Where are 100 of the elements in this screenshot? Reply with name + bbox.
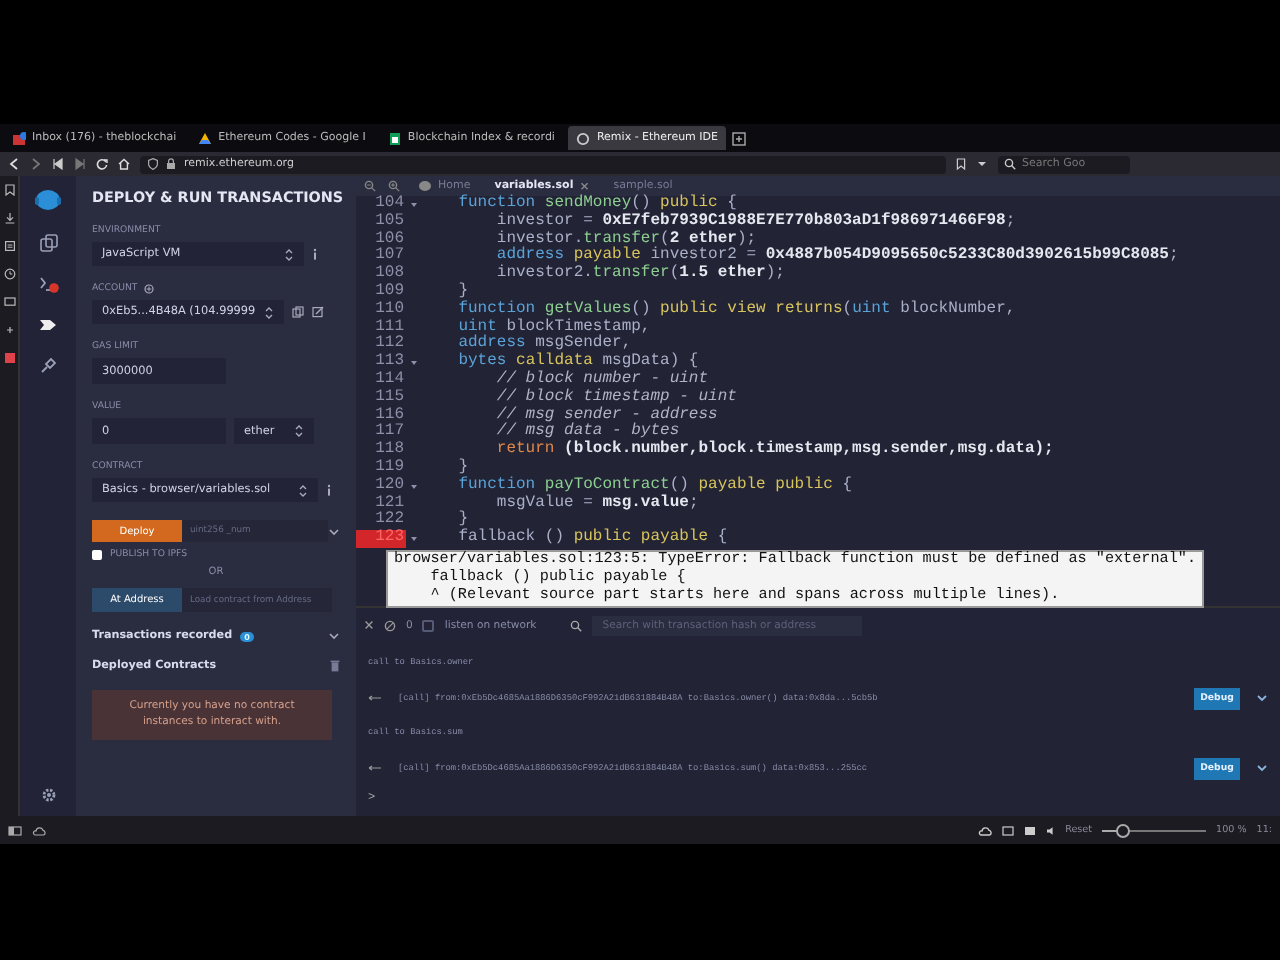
checkbox[interactable] (92, 550, 102, 560)
slider-thumb[interactable] (1116, 823, 1131, 837)
arrow-icon (368, 694, 382, 702)
fold-icon[interactable] (409, 483, 417, 490)
caret-icon[interactable] (976, 160, 988, 168)
code-line: return (block.number,block.timestamp,msg.sender,msg.data); (494, 442, 1054, 460)
line-number: 104 (373, 196, 406, 213)
code-line: } (456, 512, 469, 529)
line-number: 109 (373, 283, 406, 301)
cloud-icon[interactable] (32, 825, 46, 835)
line-number: 107 (373, 248, 406, 265)
updown-icon (298, 483, 308, 497)
code-line: function sendMoney() public { (456, 196, 737, 212)
square-icon[interactable] (3, 352, 15, 364)
new-tab-icon[interactable] (732, 131, 746, 145)
plus-icon[interactable] (3, 324, 15, 336)
chevron-icon[interactable] (1256, 694, 1268, 702)
screen-icon[interactable] (3, 296, 15, 308)
code-line: investor = 0xE7feb7939C1988E7E770b803aD1f986971466F98; (494, 213, 1016, 230)
fold-icon[interactable] (409, 360, 417, 367)
code-line: } (456, 283, 469, 300)
fold-icon[interactable] (409, 536, 417, 543)
zoom-in-icon[interactable] (388, 180, 400, 192)
line-number: 120 (373, 477, 406, 495)
line-number: 105 (373, 213, 406, 231)
download-icon[interactable] (3, 212, 15, 224)
info-icon[interactable] (312, 248, 318, 260)
plus-circle-icon[interactable] (143, 284, 154, 294)
line-number: 114 (373, 371, 406, 389)
zoom-out-icon[interactable] (364, 180, 376, 192)
bookmark-icon[interactable] (956, 158, 966, 170)
code-line: // msg sender - address (494, 407, 718, 424)
skip-forward-icon[interactable] (74, 158, 86, 170)
collapse-icon[interactable] (364, 620, 374, 630)
line-number: 111 (373, 319, 406, 336)
code-line: address msgSender, (456, 336, 632, 353)
chevron-icon[interactable] (328, 527, 340, 535)
bookmark-icon[interactable] (3, 184, 15, 196)
line-number: 115 (373, 389, 406, 407)
files-icon[interactable] (39, 234, 57, 252)
clock-icon[interactable] (3, 268, 15, 280)
code-line: msgValue = msg.value; (494, 495, 699, 513)
line-number: 110 (373, 301, 406, 319)
code-line: address payable investor2 = 0x4887b054D9095650c5233C80d3902615b99C8085; (494, 248, 1179, 265)
sidebar-icon[interactable] (8, 825, 22, 835)
fold-icon[interactable] (409, 201, 417, 208)
settings-icon[interactable] (39, 786, 57, 804)
line-number: 116 (373, 407, 406, 424)
code-line: } (456, 459, 469, 476)
spreadsheet-icon (387, 131, 402, 145)
info-icon[interactable] (326, 484, 332, 496)
line-number: 112 (373, 336, 406, 353)
arrow-icon (368, 764, 382, 772)
code-line: // msg data - bytes (494, 424, 680, 441)
shield-icon (148, 158, 158, 170)
line-number: 121 (373, 495, 406, 512)
code-line: investor2.transfer(1.5 ether); (494, 266, 785, 284)
line-number: 123 (356, 530, 406, 548)
plug-icon[interactable] (39, 356, 57, 374)
line-number: 122 (373, 512, 406, 529)
code-line: // block number - uint (494, 371, 709, 388)
line-number: 113 (373, 354, 406, 371)
skip-back-icon[interactable] (52, 158, 64, 170)
page-icon[interactable] (3, 240, 15, 252)
window-icon[interactable] (1001, 825, 1014, 835)
code-line: fallback () public payable { (456, 530, 728, 548)
image-icon[interactable] (1023, 825, 1036, 835)
search-icon (570, 619, 583, 631)
chevron-icon[interactable] (1256, 764, 1268, 772)
speaker-icon[interactable] (1045, 825, 1056, 835)
updown-icon (294, 424, 304, 438)
triangle-icon (198, 131, 213, 145)
code-line: function getValues() public view returns(uint blockNumber, (456, 301, 1016, 318)
copy-icon[interactable] (292, 306, 304, 318)
code-line: investor.transfer(2 ether); (494, 231, 757, 248)
deploy-icon[interactable] (38, 316, 58, 334)
code-line: bytes calldata msgData) { (456, 354, 699, 371)
ring-icon (576, 131, 591, 145)
code-line: function payToContract() payable public { (456, 477, 853, 494)
chevron-icon[interactable] (328, 632, 340, 640)
search-icon (1004, 158, 1016, 170)
compiler-icon[interactable] (37, 274, 59, 294)
trash-icon[interactable] (330, 660, 340, 672)
forward-icon[interactable] (30, 158, 42, 170)
cloud-icon[interactable] (977, 825, 992, 835)
back-icon[interactable] (8, 158, 20, 170)
code-line: uint blockTimestamp, (456, 319, 651, 336)
edit-icon[interactable] (312, 306, 324, 318)
updown-icon (264, 305, 274, 319)
reload-icon[interactable] (96, 158, 108, 170)
lock-icon (166, 158, 176, 170)
line-number: 117 (373, 424, 406, 441)
line-number: 106 (373, 231, 406, 248)
code-line: // block timestamp - uint (494, 389, 737, 406)
line-number: 119 (373, 459, 406, 477)
line-number: 118 (373, 442, 406, 459)
updown-icon (284, 247, 294, 261)
line-number: 108 (373, 266, 406, 283)
checkbox[interactable] (422, 619, 435, 631)
clear-icon[interactable] (384, 619, 396, 631)
